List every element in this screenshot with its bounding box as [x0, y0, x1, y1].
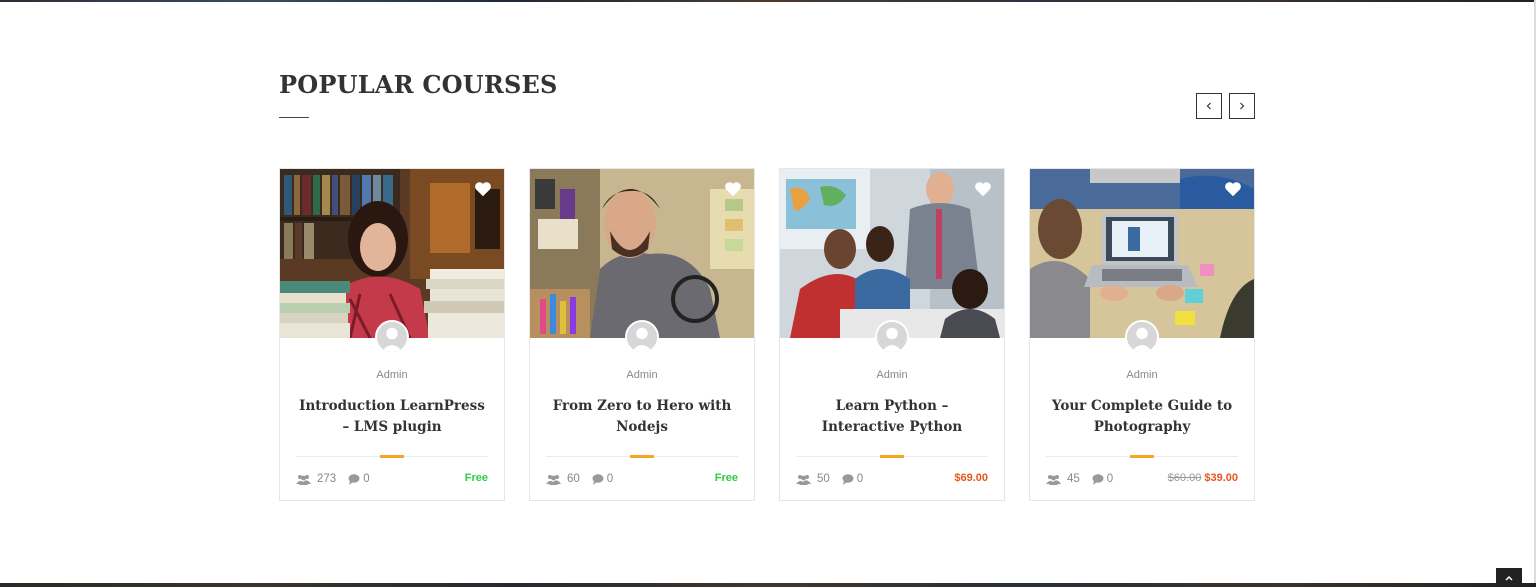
course-meta: 273 0	[296, 472, 370, 486]
carousel-next-button[interactable]	[1229, 93, 1255, 119]
course-meta: 50 0	[796, 472, 863, 486]
course-thumbnail[interactable]	[1030, 169, 1254, 338]
author-avatar	[1125, 320, 1159, 354]
course-price: $60.00 $39.00	[1168, 472, 1238, 484]
users-icon	[546, 474, 561, 485]
course-card[interactable]: Admin Learn Python – Interactive Python …	[779, 168, 1005, 501]
price-value: $39.00	[1204, 472, 1238, 484]
comment-count: 0	[856, 473, 864, 485]
course-title[interactable]: Your Complete Guide to Photography	[1046, 396, 1238, 438]
student-count: 45	[1067, 473, 1080, 485]
course-card[interactable]: Admin Your Complete Guide to Photography…	[1029, 168, 1255, 501]
price-value: Free	[464, 472, 488, 484]
course-card[interactable]: Admin Introduction LearnPress – LMS plug…	[279, 168, 505, 501]
student-count: 60	[567, 473, 580, 485]
price-value: $69.00	[954, 472, 988, 484]
old-price: $60.00	[1167, 472, 1202, 484]
course-title[interactable]: Introduction LearnPress – LMS plugin	[296, 396, 488, 438]
course-title[interactable]: From Zero to Hero with Nodejs	[546, 396, 738, 438]
course-author[interactable]: Admin	[1030, 369, 1254, 381]
heart-icon[interactable]	[974, 181, 992, 197]
title-accent-bar	[880, 455, 904, 458]
section-title: POPULAR COURSES	[279, 70, 558, 99]
comment-count: 0	[606, 473, 614, 485]
course-title[interactable]: Learn Python – Interactive Python	[796, 396, 988, 438]
comment-icon	[842, 473, 854, 485]
price-value: Free	[714, 472, 738, 484]
title-underline	[279, 117, 309, 118]
course-card[interactable]: Admin From Zero to Hero with Nodejs 60 0…	[529, 168, 755, 501]
course-price: Free	[465, 472, 488, 484]
users-icon	[1046, 474, 1061, 485]
course-meta: 60 0	[546, 472, 613, 486]
author-avatar	[625, 320, 659, 354]
back-to-top-button[interactable]	[1496, 568, 1522, 587]
comment-count: 0	[1106, 473, 1114, 485]
course-author[interactable]: Admin	[780, 369, 1004, 381]
title-accent-bar	[630, 455, 654, 458]
student-count: 50	[817, 473, 830, 485]
course-author[interactable]: Admin	[280, 369, 504, 381]
title-accent-bar	[380, 455, 404, 458]
course-author[interactable]: Admin	[530, 369, 754, 381]
course-thumbnail[interactable]	[780, 169, 1004, 338]
comment-icon	[348, 473, 360, 485]
heart-icon[interactable]	[724, 181, 742, 197]
chevron-left-icon	[1206, 102, 1211, 110]
title-accent-bar	[1130, 455, 1154, 458]
comment-icon	[592, 473, 604, 485]
author-avatar	[875, 320, 909, 354]
course-thumbnail[interactable]	[530, 169, 754, 338]
author-avatar	[375, 320, 409, 354]
course-thumbnail[interactable]	[280, 169, 504, 338]
carousel-prev-button[interactable]	[1196, 93, 1222, 119]
heart-icon[interactable]	[474, 181, 492, 197]
course-meta: 45 0	[1046, 472, 1113, 486]
users-icon	[796, 474, 811, 485]
chevron-up-icon	[1505, 575, 1513, 581]
bottom-image-strip	[0, 583, 1536, 587]
course-price: $69.00	[954, 472, 988, 484]
student-count: 273	[317, 473, 337, 485]
top-image-strip	[0, 0, 1536, 2]
users-icon	[296, 474, 311, 485]
course-price: Free	[715, 472, 738, 484]
comment-icon	[1092, 473, 1104, 485]
comment-count: 0	[363, 473, 370, 485]
chevron-right-icon	[1240, 102, 1245, 110]
heart-icon[interactable]	[1224, 181, 1242, 197]
